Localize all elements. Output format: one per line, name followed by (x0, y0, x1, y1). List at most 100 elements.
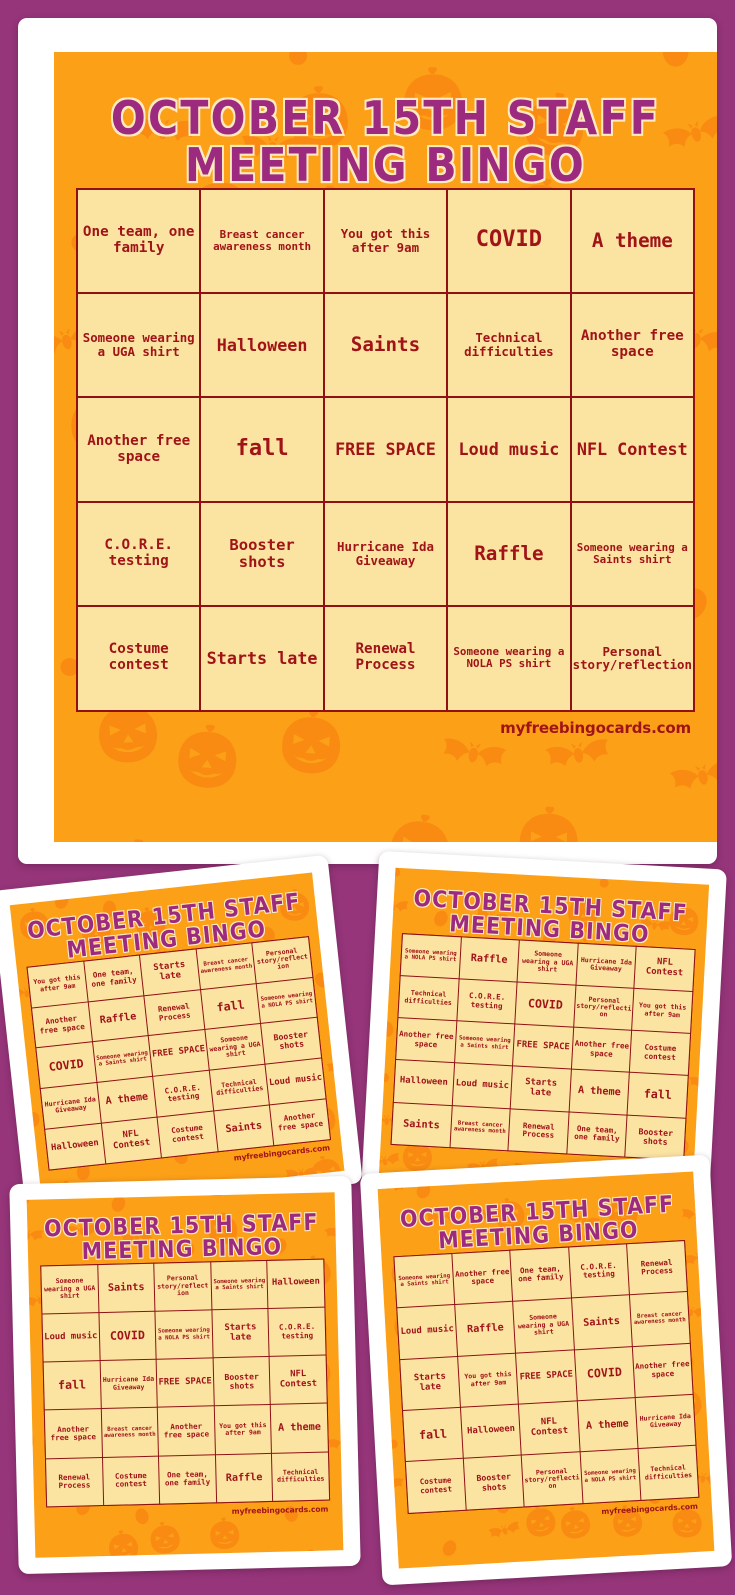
bingo-cell[interactable]: Loud music (448, 398, 570, 501)
bingo-cell[interactable]: A theme (571, 189, 693, 293)
bingo-cell[interactable]: Renewal Process (508, 1108, 569, 1154)
bingo-cell[interactable]: Booster shots (213, 1357, 271, 1406)
bingo-cell[interactable]: NFL Contest (571, 398, 693, 501)
bingo-cell[interactable]: Renewal Process (324, 607, 447, 710)
bingo-cell[interactable]: Someone wearing a NOLA PS shirt (257, 977, 317, 1024)
bingo-cell[interactable]: C.O.R.E. testing (456, 979, 517, 1024)
bingo-cell[interactable]: Raffle (448, 502, 570, 606)
bingo-cell[interactable]: You got this after 9am (27, 961, 88, 1008)
bingo-cell[interactable]: Starts late (400, 1356, 461, 1411)
bingo-cell[interactable]: Hurricane Ida Giveaway (576, 943, 637, 988)
bingo-cell[interactable]: FREE SPACE (148, 1030, 209, 1076)
bingo-cell[interactable]: Raffle (88, 995, 148, 1042)
bingo-cell[interactable]: Someone wearing a NOLA PS shirt (580, 1449, 641, 1503)
bingo-cell[interactable]: FREE SPACE (513, 1024, 573, 1069)
bingo-cell[interactable]: One team, one family (510, 1247, 571, 1301)
bingo-cell[interactable]: Technical difficulties (209, 1064, 270, 1111)
bingo-cell[interactable]: Booster shots (261, 1018, 322, 1064)
bingo-cell[interactable]: Personal story/reflection (154, 1262, 212, 1311)
bingo-cell[interactable]: Breast cancer awareness month (196, 943, 256, 989)
bingo-cell[interactable]: Booster shots (625, 1115, 686, 1160)
bingo-cell[interactable]: COVID (99, 1311, 156, 1361)
bingo-cell[interactable]: Technical difficulties (448, 294, 570, 397)
bingo-cell[interactable]: One team, one family (567, 1112, 627, 1157)
bingo-cell[interactable]: fall (43, 1361, 101, 1410)
bingo-cell[interactable]: Someone wearing a UGA shirt (513, 1298, 574, 1353)
bingo-cell[interactable]: FREE SPACE (156, 1358, 214, 1408)
bingo-cell[interactable]: Saints (324, 294, 447, 397)
bingo-cell[interactable]: One team, one family (159, 1454, 216, 1504)
bingo-cell[interactable]: Halloween (201, 294, 323, 397)
bingo-cell[interactable]: Another free space (44, 1409, 102, 1459)
bingo-cell[interactable]: NFL Contest (519, 1401, 580, 1455)
bingo-cell[interactable]: NFL Contest (101, 1117, 162, 1164)
bingo-cell[interactable]: Another free space (452, 1250, 513, 1305)
bingo-cell[interactable]: Saints (214, 1105, 274, 1151)
bingo-cell[interactable]: Someone wearing a UGA shirt (517, 940, 578, 985)
bingo-cell[interactable]: Someone wearing a Saints shirt (571, 502, 693, 606)
bingo-cell[interactable]: A theme (97, 1077, 157, 1123)
bingo-cell[interactable]: Someone wearing a UGA shirt (78, 294, 200, 397)
bingo-cell[interactable]: Personal story/reflection (574, 985, 634, 1030)
bingo-cell[interactable]: Another free space (632, 1343, 693, 1398)
bingo-cell[interactable]: Booster shots (464, 1455, 524, 1510)
bingo-cell[interactable]: C.O.R.E. testing (153, 1070, 213, 1117)
bingo-cell[interactable]: C.O.R.E. testing (78, 502, 200, 606)
bingo-cell[interactable]: Costume contest (78, 607, 200, 710)
bingo-cell[interactable]: A theme (577, 1398, 638, 1452)
bingo-cell[interactable]: Someone wearing a Saints shirt (92, 1036, 153, 1083)
bingo-cell[interactable]: C.O.R.E. testing (568, 1244, 629, 1298)
bingo-cell[interactable]: NFL Contest (634, 946, 695, 991)
bingo-cell[interactable]: Someone wearing a UGA shirt (205, 1024, 265, 1070)
bingo-cell[interactable]: Renewal Process (46, 1457, 103, 1507)
bingo-cell[interactable]: C.O.R.E. testing (268, 1307, 326, 1357)
bingo-cell[interactable]: COVID (574, 1346, 635, 1401)
bingo-cell[interactable]: Renewal Process (144, 989, 205, 1036)
bingo-cell[interactable]: Breast cancer awareness month (450, 1105, 510, 1151)
bingo-cell[interactable]: Loud music (265, 1058, 326, 1105)
bingo-cell[interactable]: Another free space (32, 1002, 92, 1048)
bingo-cell[interactable]: Someone wearing a UGA shirt (41, 1264, 99, 1314)
bingo-cell[interactable]: Hurricane Ida Giveaway (635, 1394, 696, 1449)
bingo-cell[interactable]: A theme (271, 1403, 328, 1453)
bingo-cell[interactable]: Saints (97, 1263, 155, 1313)
bingo-cell[interactable]: Someone wearing a NOLA PS shirt (400, 934, 461, 979)
bingo-cell[interactable]: Halloween (45, 1123, 105, 1170)
bingo-cell[interactable]: Starts late (140, 949, 200, 995)
bingo-cell[interactable]: FREE SPACE (516, 1350, 577, 1404)
bingo-cell[interactable]: Saints (391, 1102, 452, 1147)
bingo-cell[interactable]: Technical difficulties (272, 1452, 330, 1501)
bingo-cell[interactable]: Another free space (571, 1027, 632, 1073)
bingo-cell[interactable]: Loud music (397, 1305, 458, 1359)
bingo-cell[interactable]: One team, one family (78, 189, 200, 293)
bingo-cell[interactable]: You got this after 9am (632, 988, 693, 1034)
bingo-cell[interactable]: Halloween (461, 1404, 522, 1459)
bingo-cell[interactable]: Another free space (157, 1406, 215, 1456)
bingo-cell[interactable]: Starts late (201, 607, 323, 710)
bingo-cell[interactable]: Another free space (270, 1099, 330, 1145)
bingo-cell[interactable]: Technical difficulties (638, 1446, 699, 1500)
bingo-cell[interactable]: Costume contest (630, 1030, 690, 1076)
bingo-cell[interactable]: COVID (36, 1042, 97, 1089)
bingo-cell[interactable]: Renewal Process (626, 1240, 687, 1295)
bingo-cell[interactable]: NFL Contest (269, 1355, 327, 1405)
bingo-cell[interactable]: fall (403, 1407, 463, 1462)
bingo-cell[interactable]: Someone wearing a Saints shirt (211, 1260, 268, 1310)
bingo-cell[interactable]: One team, one family (83, 955, 144, 1001)
bingo-cell[interactable]: Someone wearing a NOLA PS shirt (155, 1310, 213, 1359)
bingo-cell[interactable]: Someone wearing a NOLA PS shirt (448, 607, 570, 710)
bingo-cell[interactable]: COVID (448, 189, 570, 293)
bingo-cell[interactable]: Breast cancer awareness month (101, 1408, 159, 1457)
bingo-cell[interactable]: Someone wearing a Saints shirt (454, 1021, 515, 1066)
bingo-cell[interactable]: fall (200, 983, 261, 1030)
bingo-cell[interactable]: You got this after 9am (324, 189, 447, 293)
bingo-cell[interactable]: You got this after 9am (458, 1353, 519, 1407)
bingo-cell[interactable]: Halloween (393, 1060, 454, 1105)
thumbnail-paper-bottom-right[interactable]: October 15th Staff Meeting Bingo Someone… (359, 1154, 733, 1586)
bingo-cell[interactable]: Another free space (78, 398, 200, 501)
bingo-cell[interactable]: Someone wearing a Saints shirt (394, 1253, 455, 1308)
bingo-cell[interactable]: Raffle (455, 1301, 516, 1356)
bingo-cell[interactable]: Costume contest (157, 1111, 218, 1158)
bingo-cell[interactable]: Raffle (215, 1453, 273, 1503)
bingo-cell[interactable]: Costume contest (405, 1459, 466, 1513)
